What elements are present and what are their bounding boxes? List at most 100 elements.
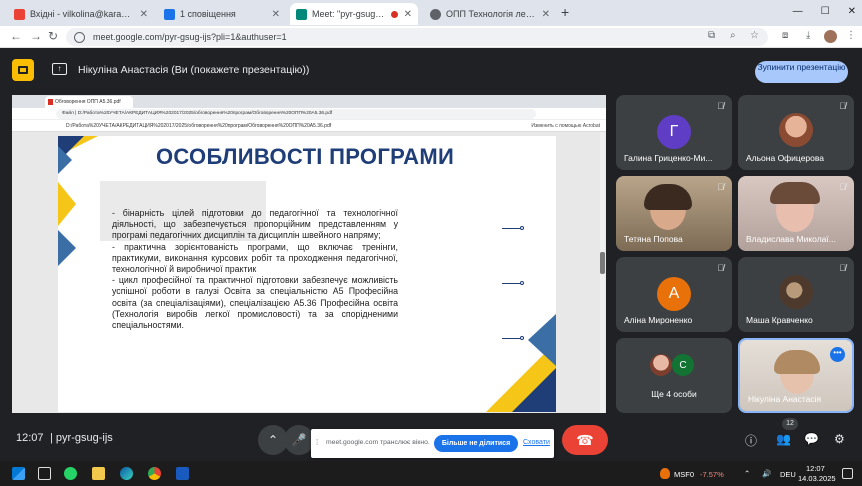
- more-options-icon[interactable]: •••: [830, 347, 845, 362]
- meet-icon: [296, 8, 307, 20]
- year-dot: [520, 281, 524, 285]
- back-icon[interactable]: ←: [10, 29, 22, 43]
- meeting-code: | pyr-gsug-ijs: [50, 432, 113, 444]
- edge-icon[interactable]: [120, 467, 133, 480]
- task-view-icon[interactable]: [38, 467, 51, 480]
- input-language[interactable]: DEU: [780, 470, 796, 479]
- menu-icon[interactable]: ⋮: [846, 30, 856, 41]
- close-icon[interactable]: ✕: [542, 9, 550, 20]
- participant-tile[interactable]: 🎙̸ Маша Кравченко: [738, 257, 854, 332]
- participant-name: Тетяна Попова: [624, 234, 683, 244]
- participant-tile[interactable]: 🎙̸ А Аліна Мироненко: [616, 257, 732, 332]
- maximize-icon[interactable]: ☐: [821, 6, 830, 17]
- decor-triangle: [528, 314, 556, 366]
- pdf-scrollbar[interactable]: [600, 132, 605, 413]
- participant-tile[interactable]: 🎙̸ Владислава Миколаї...: [738, 176, 854, 251]
- participant-name: Маша Кравченко: [746, 315, 813, 325]
- present-screen-icon: ↑: [52, 63, 67, 75]
- stop-sharing-button[interactable]: Більше не ділитися: [434, 435, 518, 452]
- site-info-icon[interactable]: [74, 31, 85, 43]
- decor-triangle: [58, 182, 76, 226]
- activities-icon[interactable]: ⚙: [834, 432, 845, 446]
- year-circle-2026: 2026: [451, 260, 497, 306]
- sharing-banner: ⁞ meet.google.com транслює вікно. Більше…: [311, 429, 554, 458]
- avatar-letter: А: [668, 285, 680, 302]
- tab-notifications[interactable]: 1 сповіщення ✕: [158, 3, 286, 25]
- notification-icon: [164, 8, 175, 20]
- close-window-icon[interactable]: ✕: [848, 6, 856, 17]
- bookmark-star-icon[interactable]: ☆: [750, 30, 759, 41]
- mic-off-icon: 🎙̸: [717, 182, 724, 192]
- extensions-icon[interactable]: ⧈: [782, 30, 788, 41]
- stop-presenting-button[interactable]: Зупинити презентацію: [755, 61, 848, 83]
- drag-handle-icon[interactable]: ⁞: [316, 438, 318, 447]
- tab-gmail[interactable]: Вхідні - vilkolina@karazin.ua - ✕: [8, 3, 154, 25]
- avatar: [779, 275, 813, 309]
- file-explorer-icon[interactable]: [92, 467, 105, 480]
- year-connector: [502, 283, 522, 284]
- participant-name: Владислава Миколаї...: [746, 234, 836, 244]
- participant-tile[interactable]: 🎙̸ Тетяна Попова: [616, 176, 732, 251]
- stock-flame-icon: [660, 468, 670, 479]
- participant-tile[interactable]: 🎙̸ Альона Офицерова: [738, 95, 854, 170]
- mic-off-icon: 🎙̸: [839, 182, 846, 192]
- inner-url: Файл | D:/Работа%20УЧЕТА/АКРЕДИТАЦИЯ%202…: [56, 109, 536, 119]
- chat-icon[interactable]: 💬: [804, 432, 819, 446]
- close-icon[interactable]: ✕: [272, 9, 280, 20]
- mic-icon[interactable]: 🎤: [284, 425, 314, 455]
- avatar: С: [672, 354, 694, 376]
- participant-count-badge: 12: [782, 418, 798, 430]
- sharing-message: meet.google.com транслює вікно.: [326, 439, 430, 446]
- profile-avatar[interactable]: [824, 30, 837, 43]
- end-call-button[interactable]: ☎: [562, 425, 608, 455]
- minimize-icon[interactable]: —: [793, 6, 803, 17]
- close-icon[interactable]: ✕: [140, 9, 148, 20]
- decor-triangle: [512, 368, 556, 412]
- pdf-path: D:/Работа%20УЧЕТА/АКРЕДИТАЦИЯ%202017/202…: [66, 123, 332, 129]
- year-dot: [520, 336, 524, 340]
- url-input[interactable]: meet.google.com/pyr-gsug-ijs?pli=1&authu…: [66, 28, 768, 46]
- word-icon[interactable]: [176, 467, 189, 480]
- forward-icon[interactable]: →: [30, 29, 42, 43]
- zoom-icon[interactable]: ⌕: [730, 30, 736, 41]
- browser-tab-strip: Вхідні - vilkolina@karazin.ua - ✕ 1 спов…: [0, 0, 862, 26]
- globe-icon: [430, 8, 441, 20]
- hide-banner-link[interactable]: Сховати: [523, 439, 550, 446]
- year-circle-2027: 2027: [451, 315, 497, 361]
- slide-body: - бінарність цілей підготовки до педагог…: [112, 208, 398, 331]
- tray-chevron-icon[interactable]: ⌃: [744, 469, 750, 478]
- decor-triangle: [58, 146, 72, 174]
- scrollbar-thumb[interactable]: [600, 252, 605, 274]
- close-icon[interactable]: ✕: [404, 9, 412, 20]
- meet-activity-icon[interactable]: [12, 59, 34, 81]
- meeting-code-text: pyr-gsug-ijs: [55, 432, 113, 444]
- downloads-icon[interactable]: ⤓: [806, 30, 810, 41]
- pdf-toolbar: D:/Работа%20УЧЕТА/АКРЕДИТАЦИЯ%202017/202…: [12, 120, 606, 132]
- info-icon[interactable]: ⓘ: [745, 432, 757, 449]
- participant-tile[interactable]: 🎙̸ Г Галина Гриценко-Ми...: [616, 95, 732, 170]
- tab-title: Вхідні - vilkolina@karazin.ua -: [30, 9, 134, 19]
- speaker-icon[interactable]: 🔊: [762, 469, 771, 478]
- new-tab-button[interactable]: +: [561, 4, 569, 20]
- avatar-letter: С: [679, 359, 687, 371]
- notification-center-icon[interactable]: [842, 468, 853, 479]
- reload-icon[interactable]: ↻: [48, 29, 58, 43]
- whatsapp-icon[interactable]: [64, 467, 77, 480]
- avatar: Г: [657, 115, 691, 149]
- more-participants-tile[interactable]: С Ще 4 особи: [616, 338, 732, 413]
- inner-url-prefix: Файл: [62, 111, 74, 116]
- tab-meet[interactable]: Meet: "pyr-gsug-ijs" ✕: [290, 3, 418, 25]
- inner-browser-tabs: Обговорення ОПП А5.36.pdf: [12, 95, 606, 108]
- hangup-icon: ☎: [576, 431, 594, 448]
- people-icon[interactable]: 👥: [776, 432, 791, 446]
- participant-hair: [770, 182, 820, 204]
- windows-start-icon[interactable]: [12, 467, 25, 480]
- participant-name: Галина Гриценко-Ми...: [624, 153, 713, 163]
- stock-change: -7.57%: [700, 470, 724, 479]
- send-to-device-icon[interactable]: ⧉: [708, 30, 715, 41]
- tab-opp[interactable]: ОПП Технологія легкої промис ✕: [424, 3, 556, 25]
- presenting-status: Нікуліна Анастасія (Ви (покажете презент…: [78, 64, 310, 76]
- meeting-time: 12:07: [16, 432, 44, 444]
- self-tile[interactable]: ••• Нікуліна Анастасія: [738, 338, 854, 413]
- chrome-icon[interactable]: [148, 467, 161, 480]
